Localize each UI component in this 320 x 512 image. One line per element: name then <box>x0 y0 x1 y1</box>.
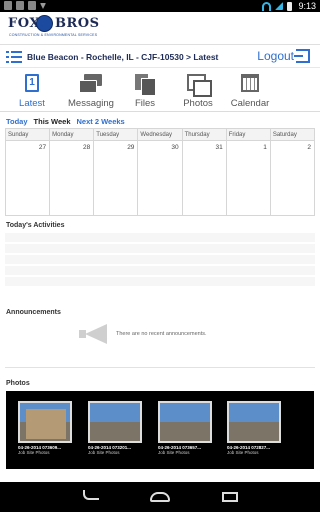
photo-album: Job Site Photos <box>18 450 50 455</box>
activities-title: Today's Activities <box>6 222 65 229</box>
day-cell[interactable]: 28 <box>50 141 95 216</box>
battery-icon <box>287 1 293 11</box>
image-icon <box>28 1 36 10</box>
day-header: Friday <box>227 129 271 140</box>
breadcrumb-bar: Blue Beacon - Rochelle, IL - CJF-10530 >… <box>0 44 320 68</box>
logo-right-word: BROS <box>55 16 100 31</box>
clock: 9:13 <box>298 1 316 11</box>
activity-row <box>5 255 315 266</box>
logo-tagline: CONSTRUCTION & ENVIRONMENTAL SERVICES <box>9 33 98 37</box>
calendar-header: Sunday Monday Tuesday Wednesday Thursday… <box>6 129 314 141</box>
calendar-body: 27 28 29 30 31 1 2 <box>6 141 314 216</box>
back-icon[interactable] <box>83 490 99 500</box>
header: FOX BROS CONSTRUCTION & ENVIRONMENTAL SE… <box>0 12 320 44</box>
day-header: Monday <box>50 129 95 140</box>
day-header: Tuesday <box>94 129 139 140</box>
activity-row <box>5 244 315 255</box>
day-cell[interactable]: 29 <box>94 141 139 216</box>
day-cell[interactable]: 27 <box>6 141 51 216</box>
day-cell[interactable]: 30 <box>138 141 183 216</box>
tab-files[interactable]: Files <box>124 68 166 112</box>
notification-icon <box>4 1 12 10</box>
megaphone-icon <box>79 324 111 348</box>
calendar-day-icon: 1 <box>25 74 39 92</box>
tab-label: Photos <box>183 98 213 109</box>
calendar-icon <box>241 74 259 92</box>
day-header: Wednesday <box>138 129 183 140</box>
tab-messaging[interactable]: Messaging <box>66 68 116 112</box>
this-week-link[interactable]: This Week <box>34 117 71 126</box>
menu-list-icon[interactable] <box>6 51 22 63</box>
activities-list <box>5 233 315 300</box>
tab-calendar[interactable]: Calendar <box>226 68 274 112</box>
company-logo: FOX BROS CONSTRUCTION & ENVIRONMENTAL SE… <box>8 15 99 42</box>
tab-label: Messaging <box>68 98 114 109</box>
photo-item[interactable]: 04-26-2014 073657... Job Site Photos <box>158 401 212 461</box>
activity-row <box>5 233 315 244</box>
logout-label: Logout <box>257 49 294 63</box>
photo-item[interactable]: 04-26-2014 072827... Job Site Photos <box>227 401 281 461</box>
photo-strip: 04-26-2014 073609... Job Site Photos 04-… <box>6 391 314 469</box>
signal-icon <box>275 2 284 10</box>
home-icon[interactable] <box>150 492 170 502</box>
day-cell[interactable]: 2 <box>271 141 314 216</box>
photo-thumbnail <box>158 401 212 443</box>
system-nav-bar <box>0 482 320 512</box>
next-two-weeks-link[interactable]: Next 2 Weeks <box>77 117 125 126</box>
globe-icon <box>36 15 53 32</box>
photos-title: Photos <box>6 380 30 387</box>
week-calendar: Sunday Monday Tuesday Wednesday Thursday… <box>5 128 315 216</box>
photo-thumbnail <box>88 401 142 443</box>
week-nav: Today This Week Next 2 Weeks <box>6 117 125 126</box>
announcements-title: Announcements <box>6 309 61 316</box>
photo-thumbnail <box>18 401 72 443</box>
divider <box>5 367 315 368</box>
photo-item[interactable]: 04-26-2014 073609... Job Site Photos <box>18 401 72 461</box>
tab-photos[interactable]: Photos <box>176 68 220 112</box>
photos-icon <box>187 74 212 97</box>
day-header: Sunday <box>6 129 51 140</box>
logout-button[interactable]: Logout <box>257 49 310 63</box>
photo-album: Job Site Photos <box>227 450 259 455</box>
photo-album: Job Site Photos <box>158 450 190 455</box>
main-tabs: 1 Latest Messaging Files Photos Calendar <box>0 68 320 112</box>
breadcrumb[interactable]: Blue Beacon - Rochelle, IL - CJF-10530 >… <box>27 52 218 62</box>
activity-row <box>5 266 315 277</box>
wifi-icon <box>262 1 272 11</box>
download-icon <box>40 3 46 9</box>
day-cell[interactable]: 31 <box>183 141 227 216</box>
photo-thumbnail <box>227 401 281 443</box>
day-cell[interactable]: 1 <box>227 141 271 216</box>
tab-latest[interactable]: 1 Latest <box>8 68 56 112</box>
tab-label: Latest <box>19 98 45 109</box>
activity-row <box>5 277 315 288</box>
no-announcements-text: There are no recent announcements. <box>116 331 207 337</box>
day-header: Saturday <box>272 132 297 138</box>
announcements-panel: There are no recent announcements. <box>5 318 315 356</box>
tab-label: Calendar <box>230 98 270 109</box>
day-header: Thursday <box>183 129 227 140</box>
tab-label: Files <box>134 98 156 109</box>
today-link[interactable]: Today <box>6 117 28 126</box>
warning-icon <box>16 1 24 10</box>
recent-apps-icon[interactable] <box>222 492 238 502</box>
photo-album: Job Site Photos <box>88 450 120 455</box>
status-bar: 9:13 <box>0 0 320 12</box>
logout-door-icon <box>294 49 310 63</box>
documents-icon <box>135 74 156 96</box>
photo-item[interactable]: 04-26-2014 073201... Job Site Photos <box>88 401 142 461</box>
chat-bubbles-icon <box>79 74 103 94</box>
